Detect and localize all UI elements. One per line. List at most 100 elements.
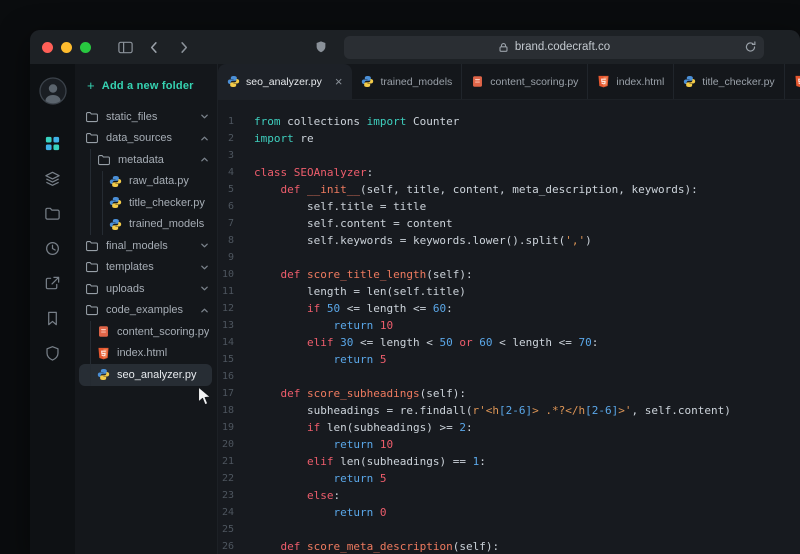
- code-token: import: [254, 132, 294, 145]
- code-line[interactable]: 9: [218, 249, 800, 266]
- code-line[interactable]: 18 subheadings = re.findall(r'<h[2-6]> .…: [218, 402, 800, 419]
- tree-item-seo_analyzer.py[interactable]: seo_analyzer.py: [79, 364, 212, 386]
- tab-title_checker.py[interactable]: title_checker.py: [674, 64, 784, 99]
- code-token: score_title_length: [307, 268, 426, 281]
- tree-item-final_models[interactable]: final_models: [75, 235, 217, 257]
- code-text: elif len(subheadings) == 1:: [254, 453, 486, 470]
- tab-trained_models[interactable]: trained_models: [352, 64, 462, 99]
- code-line[interactable]: 16: [218, 368, 800, 385]
- code-line[interactable]: 1from collections import Counter: [218, 113, 800, 130]
- rail-item-grid[interactable]: [36, 126, 70, 160]
- code-line[interactable]: 24 return 0: [218, 504, 800, 521]
- code-line[interactable]: 19 if len(subheadings) >= 2:: [218, 419, 800, 436]
- code-line[interactable]: 7 self.content = content: [218, 215, 800, 232]
- code-line[interactable]: 13 return 10: [218, 317, 800, 334]
- forward-icon[interactable]: [171, 35, 195, 59]
- rail-item-bookmark[interactable]: [36, 301, 70, 335]
- tab-seo_analyzer.py[interactable]: seo_analyzer.py×: [218, 64, 352, 99]
- rail-item-shield[interactable]: [36, 336, 70, 370]
- tree-item-content_scoring.py[interactable]: content_scoring.py: [75, 321, 217, 343]
- tab-results.html[interactable]: results.html: [785, 64, 800, 99]
- code-token: def: [281, 387, 301, 400]
- code-text: if len(subheadings) >= 2:: [254, 419, 473, 436]
- chevron-down-icon[interactable]: [200, 263, 209, 272]
- avatar[interactable]: [38, 76, 68, 106]
- code-line[interactable]: 25: [218, 521, 800, 538]
- tab-content_scoring.py[interactable]: content_scoring.py: [462, 64, 588, 99]
- python-file-icon: [361, 75, 374, 88]
- chevron-down-icon[interactable]: [200, 112, 209, 121]
- code-line[interactable]: 8 self.keywords = keywords.lower().split…: [218, 232, 800, 249]
- code-token: 10: [380, 438, 393, 451]
- code-token: [373, 506, 380, 519]
- code-line[interactable]: 2import re: [218, 130, 800, 147]
- tree-item-index.html[interactable]: index.html: [75, 343, 217, 365]
- code-line[interactable]: 17 def score_subheadings(self):: [218, 385, 800, 402]
- url-bar[interactable]: brand.codecraft.co: [344, 36, 764, 59]
- code-line[interactable]: 26 def score_meta_description(self):: [218, 538, 800, 554]
- tree-item-raw_data.py[interactable]: raw_data.py: [75, 171, 217, 193]
- code-line[interactable]: 22 return 5: [218, 470, 800, 487]
- add-folder-button[interactable]: + Add a new folder: [87, 78, 205, 93]
- minimize-window-button[interactable]: [61, 42, 72, 53]
- code-token: [254, 302, 307, 315]
- python-file-icon: [97, 368, 110, 381]
- sidebar-toggle-icon[interactable]: [113, 35, 137, 59]
- code-text: length = len(self.title): [254, 283, 466, 300]
- code-editor[interactable]: 1from collections import Counter2import …: [218, 100, 800, 554]
- code-line[interactable]: 3: [218, 147, 800, 164]
- code-text: else:: [254, 487, 340, 504]
- line-number: 25: [218, 521, 234, 538]
- close-icon[interactable]: ×: [335, 75, 343, 88]
- tree-item-metadata[interactable]: metadata: [75, 149, 217, 171]
- code-token: [300, 183, 307, 196]
- line-number: 8: [218, 232, 234, 249]
- code-token: 60: [479, 336, 492, 349]
- code-token: [287, 166, 294, 179]
- tab-index.html[interactable]: index.html: [588, 64, 674, 99]
- chevron-up-icon[interactable]: [200, 306, 209, 315]
- code-token: [254, 438, 333, 451]
- code-line[interactable]: 12 if 50 <= length <= 60:: [218, 300, 800, 317]
- code-line[interactable]: 6 self.title = title: [218, 198, 800, 215]
- code-line[interactable]: 4class SEOAnalyzer:: [218, 164, 800, 181]
- tree-item-title_checker.py[interactable]: title_checker.py: [75, 192, 217, 214]
- line-number: 9: [218, 249, 234, 266]
- tree-item-static_files[interactable]: static_files: [75, 106, 217, 128]
- tree-item-uploads[interactable]: uploads: [75, 278, 217, 300]
- code-token: < length <=: [492, 336, 578, 349]
- chevron-up-icon[interactable]: [200, 134, 209, 143]
- code-line[interactable]: 5 def __init__(self, title, content, met…: [218, 181, 800, 198]
- refresh-icon[interactable]: [744, 41, 757, 54]
- tree-item-data_sources[interactable]: data_sources: [75, 128, 217, 150]
- chevron-down-icon[interactable]: [200, 241, 209, 250]
- code-line[interactable]: 11 length = len(self.title): [218, 283, 800, 300]
- folder-icon: [44, 205, 61, 222]
- code-text: def score_subheadings(self):: [254, 385, 466, 402]
- code-line[interactable]: 20 return 10: [218, 436, 800, 453]
- line-number: 19: [218, 419, 234, 436]
- rail-item-export[interactable]: [36, 266, 70, 300]
- line-number: 22: [218, 470, 234, 487]
- code-text: def score_title_length(self):: [254, 266, 473, 283]
- zoom-window-button[interactable]: [80, 42, 91, 53]
- code-line[interactable]: 14 elif 30 <= length < 50 or 60 < length…: [218, 334, 800, 351]
- close-window-button[interactable]: [42, 42, 53, 53]
- shield-icon[interactable]: [309, 35, 333, 59]
- code-line[interactable]: 23 else:: [218, 487, 800, 504]
- tree-item-templates[interactable]: templates: [75, 257, 217, 279]
- tree-item-trained_models[interactable]: trained_models: [75, 214, 217, 236]
- code-line[interactable]: 15 return 5: [218, 351, 800, 368]
- tree-item-code_examples[interactable]: code_examples: [75, 300, 217, 322]
- rail-item-folder[interactable]: [36, 196, 70, 230]
- rail-item-history[interactable]: [36, 231, 70, 265]
- line-number: 2: [218, 130, 234, 147]
- back-icon[interactable]: [142, 35, 166, 59]
- code-line[interactable]: 21 elif len(subheadings) == 1:: [218, 453, 800, 470]
- code-token: __init__: [307, 183, 360, 196]
- code-line[interactable]: 10 def score_title_length(self):: [218, 266, 800, 283]
- rail-item-layers[interactable]: [36, 161, 70, 195]
- chevron-down-icon[interactable]: [200, 284, 209, 293]
- chevron-up-icon[interactable]: [200, 155, 209, 164]
- line-number: 20: [218, 436, 234, 453]
